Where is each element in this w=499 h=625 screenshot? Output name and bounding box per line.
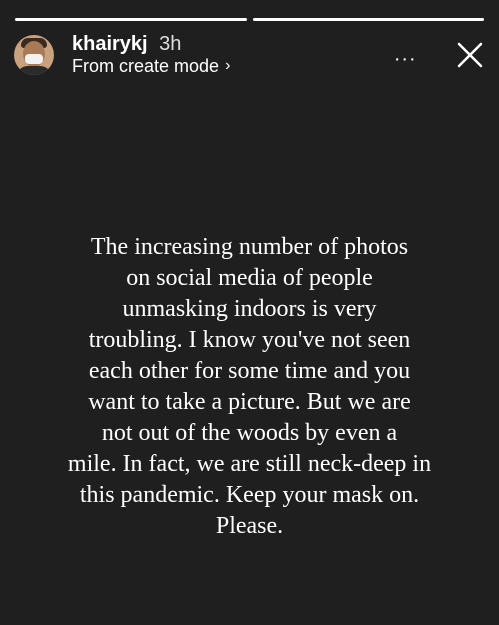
story-text-line: this pandemic. Keep your mask on. bbox=[79, 482, 420, 508]
story-text-line: not out of the woods by even a bbox=[101, 420, 398, 446]
story-text-line: on social media of people bbox=[126, 265, 373, 291]
post-time: 3h bbox=[159, 33, 182, 56]
story-text-line: troubling. I know you've not seen bbox=[88, 327, 411, 353]
story-text-line: unmasking indoors is very bbox=[122, 296, 377, 322]
story-text: The increasing number of photos on socia… bbox=[20, 232, 479, 542]
close-icon[interactable] bbox=[455, 40, 485, 70]
more-options-icon[interactable]: ... bbox=[394, 44, 417, 67]
progress-fill-2 bbox=[252, 18, 484, 21]
story-text-line: mile. In fact, we are still neck-deep in bbox=[67, 451, 432, 477]
chevron-right-icon: › bbox=[225, 57, 231, 75]
story-progress-segment-2 bbox=[252, 18, 484, 21]
story-text-line: want to take a picture. But we are bbox=[88, 389, 411, 415]
progress-fill-1 bbox=[15, 18, 247, 21]
username[interactable]: khairykj bbox=[72, 33, 148, 55]
story-text-line: each other for some time and you bbox=[88, 358, 411, 384]
avatar-shirt bbox=[16, 66, 52, 75]
story-progress-segment-1 bbox=[15, 18, 247, 21]
create-mode-link[interactable]: From create mode › bbox=[72, 56, 230, 77]
create-mode-label: From create mode bbox=[72, 56, 220, 77]
avatar[interactable] bbox=[14, 35, 54, 75]
story-progress bbox=[15, 18, 484, 21]
story-text-line: Please. bbox=[215, 513, 284, 539]
story-text-line: The increasing number of photos bbox=[90, 234, 409, 260]
story-meta: khairykj 3h From create mode › bbox=[72, 33, 230, 77]
avatar-mask bbox=[25, 54, 43, 64]
story-header: khairykj 3h From create mode › ... bbox=[14, 33, 485, 77]
